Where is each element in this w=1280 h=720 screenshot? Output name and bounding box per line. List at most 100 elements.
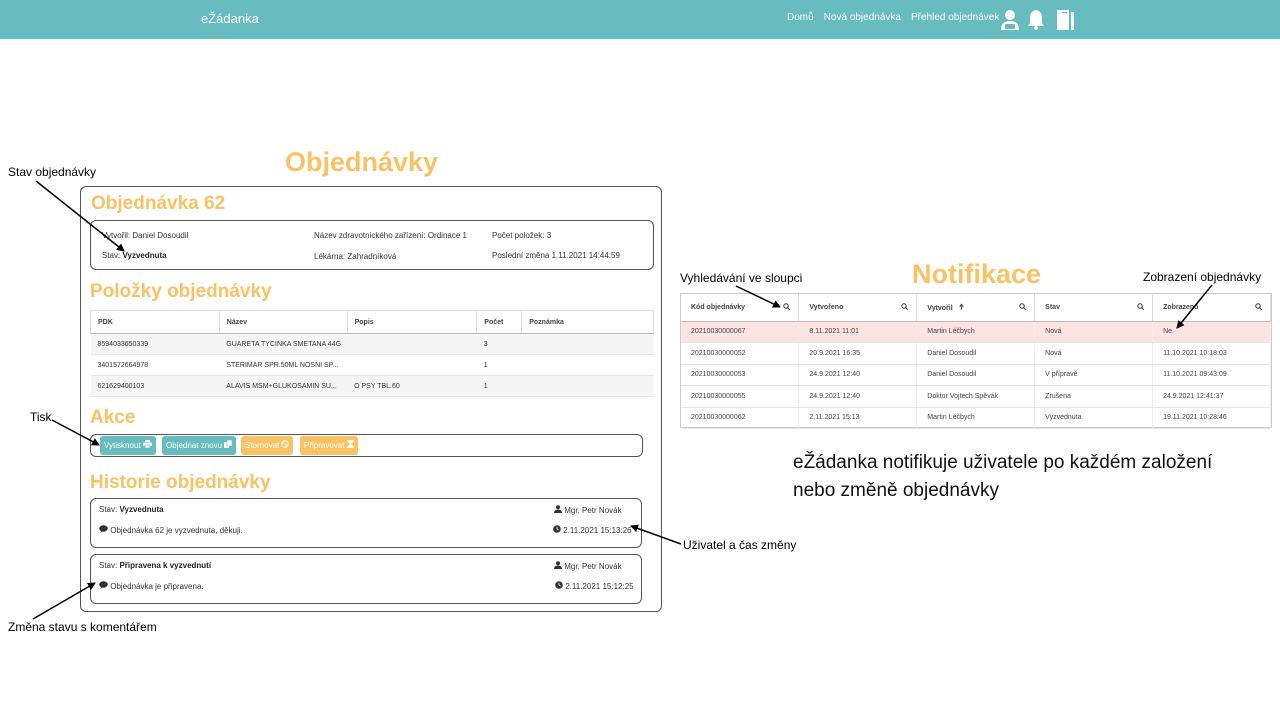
table-row: 8594033650339 GUARETA TYCINKA SMETANA 44… — [90, 333, 654, 355]
order-last-change: Poslední změna 1.11.2021 14:44:59 — [492, 251, 620, 260]
table-row: 3401572664978 STERIMAR SPR.50ML NOSNI SP… — [90, 354, 654, 376]
history-user-name: Mgr. Petr Novák — [564, 562, 622, 571]
column-header-created[interactable]: Vytvořeno — [798, 294, 918, 322]
cell-displayed: 11.10.2021 09:43:09 — [1152, 364, 1271, 386]
history-time: 2.11.2021 15:12:25 — [555, 581, 634, 591]
history-comment: Objednávka 62 je vyzvednuta, děkuji. — [99, 525, 243, 535]
history-user: Mgr. Petr Novák — [554, 505, 622, 515]
column-header-description[interactable]: Popis — [346, 310, 478, 334]
notifications-table: Kód objednávky Vytvořeno Vytvořil Stav Z… — [681, 294, 1271, 429]
history-user-name: Mgr. Petr Novák — [564, 506, 622, 515]
orders-page-title: Objednávky — [285, 147, 439, 177]
nav-link-new-order[interactable]: Nová objednávka — [824, 12, 901, 23]
cell-displayed: 24.9.2021 12:41:37 — [1152, 385, 1271, 408]
column-header-name[interactable]: Název — [218, 310, 348, 334]
cell-created: 24.9.2021 12:40 — [798, 385, 918, 408]
notification-row[interactable]: 20210030000062 2.11.2021 15:13 Martin Lé… — [681, 407, 1271, 429]
annotation-print: Tisk — [30, 410, 52, 424]
prepare-button[interactable]: Připravovat — [300, 436, 358, 455]
column-header-order-code[interactable]: Kód objednávky — [681, 294, 800, 322]
nav-link-home[interactable]: Domů — [787, 12, 814, 23]
comment-icon — [99, 581, 108, 589]
cell-count: 1 — [476, 375, 522, 397]
cell-pdk: 621629400103 — [90, 375, 220, 397]
annotation-order-status: Stav objednávky — [8, 165, 97, 179]
order-items-table: PDK Název Popis Počet Poznámka 859403365… — [90, 310, 654, 397]
column-header-label: Stav — [1045, 303, 1060, 311]
column-header-count[interactable]: Počet — [476, 310, 523, 334]
cell-status: Vyzvednuta — [1034, 407, 1154, 429]
reorder-button[interactable]: Objednat znovu — [162, 436, 237, 455]
cell-count: 1 — [476, 354, 522, 376]
order-pharmacy: Lékárna: Zahradníková — [314, 252, 397, 261]
search-icon[interactable] — [1019, 303, 1027, 310]
history-status-value: Připravena k vyzvednutí — [119, 561, 212, 570]
column-header-label: Kód objednávky — [691, 303, 746, 311]
column-header-label: Zobrazeno — [1163, 303, 1199, 311]
annotation-order-display: Zobrazení objednávky — [1143, 270, 1262, 284]
ban-icon — [281, 440, 290, 448]
cancel-button-label: Stornovat — [245, 441, 280, 450]
search-icon[interactable] — [901, 303, 909, 310]
cancel-button[interactable]: Stornovat — [241, 436, 294, 455]
history-time-text: 2.11.2021 15:13:26 — [563, 526, 632, 535]
column-header-label: Vytvořeno — [809, 303, 844, 311]
hourglass-icon — [346, 440, 354, 448]
table-row: 621629400103 ALAVIS MSM+GLUKOSAMIN SU...… — [90, 375, 654, 397]
column-header-created-by[interactable]: Vytvořil — [916, 294, 1036, 322]
print-button[interactable]: Vytisknout — [100, 436, 156, 455]
history-time-text: 2.11.2021 15:12:25 — [565, 582, 634, 591]
cell-description — [347, 354, 477, 376]
print-button-label: Vytisknout — [104, 441, 141, 450]
cell-description — [347, 333, 477, 355]
sort-ascending-icon[interactable] — [958, 303, 965, 310]
order-info-box — [90, 220, 654, 270]
order-status: Stav: Vyzvednuta — [102, 251, 167, 260]
cell-created-by: Doktor Vojtech Spěvák — [916, 385, 1036, 408]
cell-pdk: 3401572664978 — [90, 354, 220, 376]
user-icon — [554, 505, 562, 513]
cell-name: STERIMAR SPR.50ML NOSNI SP... — [219, 354, 348, 376]
search-icon[interactable] — [783, 303, 791, 310]
column-header-status[interactable]: Stav — [1034, 294, 1154, 322]
cell-created: 24.9.2021 12:40 — [798, 364, 918, 386]
cell-status: Nová — [1034, 321, 1154, 343]
search-icon[interactable] — [1255, 303, 1262, 310]
column-header-note[interactable]: Poznámka — [521, 310, 654, 334]
user-badge-icon[interactable] — [1000, 9, 1020, 31]
cell-created: 8.11.2021 11:01 — [798, 321, 918, 343]
history-status-value: Vyzvednuta — [119, 505, 164, 514]
cell-status: Nová — [1034, 342, 1154, 365]
cell-pdk: 8594033650339 — [90, 333, 220, 355]
annotation-user-time: Uživatel a čas změny — [683, 538, 797, 552]
column-header-pdk[interactable]: PDK — [90, 310, 220, 334]
notification-row[interactable]: 20210030000067 8.11.2021 11:01 Martin Lé… — [681, 321, 1271, 343]
cell-displayed: 19.11.2021 10:28:46 — [1152, 407, 1271, 429]
history-time: 2.11.2021 15:13:26 — [553, 525, 632, 535]
notification-row[interactable]: 20210030000055 24.9.2021 12:40 Doktor Vo… — [681, 385, 1271, 408]
logout-door-icon[interactable] — [1055, 9, 1079, 31]
cell-created-by: Daniel Dosoudil — [916, 342, 1036, 365]
printer-icon — [142, 440, 152, 449]
order-number: 62 — [204, 193, 226, 214]
cell-order-code: 20210030000052 — [681, 342, 800, 365]
column-header-displayed[interactable]: Zobrazeno — [1152, 294, 1271, 322]
cell-name: GUARETA TYCINKA SMETANA 44G — [219, 333, 348, 355]
cell-created-by: Martin Léčbych — [916, 321, 1036, 343]
order-facility: Název zdravotnického zařízení: Ordinace … — [314, 231, 467, 240]
notification-row[interactable]: 20210030000053 24.9.2021 12:40 Daniel Do… — [681, 364, 1271, 386]
search-icon[interactable] — [1137, 303, 1145, 310]
nav-links: Domů Nová objednávka Přehled objednávek — [787, 12, 999, 23]
bell-icon[interactable] — [1027, 9, 1045, 30]
notifications-title: Notifikace — [912, 259, 1042, 289]
brand-logo[interactable]: eŽádanka — [201, 11, 259, 26]
history-comment-text: Objednávka je připravena. — [110, 582, 204, 591]
notifications-table-wrap: Kód objednávky Vytvořeno Vytvořil Stav Z… — [680, 293, 1272, 429]
column-header-label: Vytvořil — [927, 304, 953, 312]
history-comment-text: Objednávka 62 je vyzvednuta, děkuji. — [110, 526, 243, 535]
clock-icon — [555, 581, 563, 589]
nav-link-orders-overview[interactable]: Přehled objednávek — [911, 12, 999, 23]
notification-row[interactable]: 20210030000052 20.9.2021 16:35 Daniel Do… — [681, 342, 1271, 365]
cell-note — [521, 333, 654, 355]
history-section-title: Historie objednávky — [90, 472, 271, 493]
